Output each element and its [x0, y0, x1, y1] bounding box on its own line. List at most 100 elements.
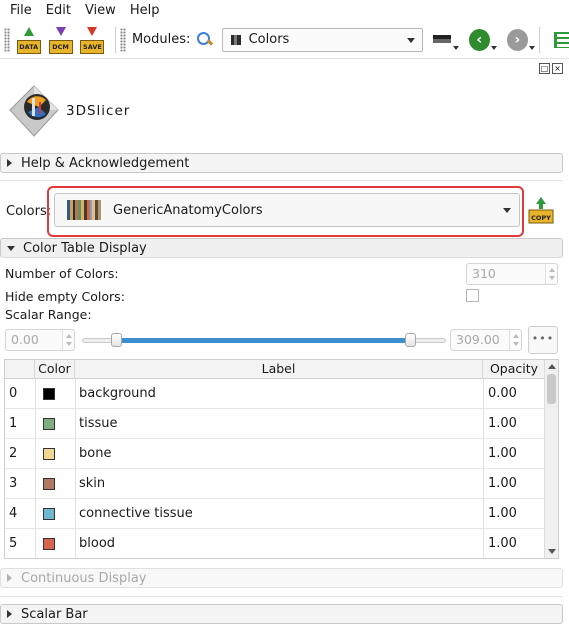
- row-index: 4: [9, 506, 18, 521]
- save-arrow-icon: [87, 26, 98, 36]
- toolbar-separator: [538, 26, 540, 53]
- color-swatch[interactable]: [43, 448, 55, 460]
- row-opacity[interactable]: 1.00: [488, 529, 517, 558]
- table-row[interactable]: 5 blood 1.00: [5, 529, 545, 558]
- dcm-icon-label: DCM: [48, 39, 73, 54]
- save-icon-label: SAVE: [80, 39, 105, 54]
- toolbar: DATA DCM SAVE Modules: Colors ‹ ›: [0, 21, 569, 59]
- color-swatch[interactable]: [43, 478, 55, 490]
- scroll-up-icon[interactable]: [548, 364, 556, 369]
- row-label[interactable]: blood: [79, 529, 115, 558]
- scalar-range-min-spinbox[interactable]: 0.00: [5, 329, 75, 351]
- table-row[interactable]: 1 tissue 1.00: [5, 409, 545, 439]
- save-button[interactable]: SAVE: [79, 26, 105, 54]
- collapse-arrow-icon: [7, 245, 15, 251]
- back-arrow-icon[interactable]: ‹: [468, 28, 490, 51]
- table-row[interactable]: 0 background 0.00: [5, 379, 545, 409]
- row-label[interactable]: skin: [79, 469, 105, 499]
- scalar-range-slider-fill: [117, 338, 411, 343]
- back-dropdown-icon[interactable]: [490, 45, 497, 50]
- row-label[interactable]: connective tissue: [79, 499, 193, 529]
- header-label[interactable]: Label: [75, 360, 483, 379]
- header-opacity[interactable]: Opacity: [483, 360, 545, 379]
- table-scrollbar[interactable]: [544, 360, 558, 558]
- row-opacity[interactable]: 1.00: [488, 409, 517, 439]
- module-list-icon[interactable]: [552, 29, 569, 51]
- modules-label: Modules:: [131, 32, 191, 47]
- row-index: 0: [9, 386, 18, 401]
- slicer-logo-icon: [9, 85, 59, 137]
- spin-arrows-icon: [545, 264, 557, 284]
- scalar-range-max-spinbox[interactable]: 309.00: [450, 329, 522, 351]
- table-row[interactable]: 3 skin 1.00: [5, 469, 545, 499]
- help-acknowledgement-section[interactable]: Help & Acknowledgement: [0, 153, 563, 173]
- section-title: Continuous Display: [21, 570, 147, 586]
- continuous-display-section: Continuous Display: [0, 568, 563, 588]
- toolbar-separator: [115, 26, 117, 53]
- row-opacity[interactable]: 1.00: [488, 499, 517, 529]
- row-label[interactable]: background: [79, 379, 156, 409]
- forward-dropdown-icon[interactable]: [528, 45, 535, 50]
- copy-label: COPY: [531, 214, 551, 222]
- menu-edit[interactable]: Edit: [39, 3, 78, 18]
- table-row[interactable]: 4 connective tissue 1.00: [5, 499, 545, 529]
- row-opacity[interactable]: 1.00: [488, 469, 517, 499]
- row-index: 1: [9, 416, 18, 431]
- menu-view[interactable]: View: [78, 3, 123, 18]
- expand-arrow-icon: [7, 159, 12, 167]
- range-max-handle[interactable]: [405, 333, 416, 347]
- module-search-icon[interactable]: [196, 31, 213, 49]
- color-swatch[interactable]: [43, 538, 55, 550]
- hide-empty-colors-checkbox[interactable]: [466, 289, 479, 302]
- highlight-box: [47, 186, 524, 237]
- history-dropdown-icon[interactable]: [452, 45, 459, 50]
- range-min-handle[interactable]: [111, 333, 122, 347]
- row-opacity[interactable]: 1.00: [488, 439, 517, 469]
- spin-arrows-icon: [509, 330, 521, 350]
- row-index: 3: [9, 476, 18, 491]
- menu-bar: File Edit View Help: [0, 0, 569, 21]
- color-table: Color Label Opacity 0 background 0.00 1 tiss…: [4, 359, 559, 559]
- color-table-display-section[interactable]: Color Table Display: [0, 238, 563, 258]
- header-index[interactable]: [5, 360, 35, 379]
- chevron-down-icon: [406, 37, 415, 43]
- color-swatch[interactable]: [43, 388, 55, 400]
- load-data-button[interactable]: DATA: [16, 26, 41, 54]
- scroll-down-icon[interactable]: [548, 549, 556, 554]
- module-history-icon[interactable]: [431, 30, 452, 50]
- number-of-colors-spinbox: 310: [466, 263, 558, 285]
- expand-arrow-icon: [7, 574, 12, 582]
- range-options-button[interactable]: •••: [528, 326, 558, 354]
- menu-file[interactable]: File: [3, 3, 39, 18]
- toolbar-grip[interactable]: [4, 27, 10, 52]
- scalar-range-min-value: 0.00: [11, 332, 39, 347]
- dicom-arrow-icon: [55, 26, 66, 36]
- toolbar-grip[interactable]: [120, 27, 126, 52]
- app-logo-text: 3DSlicer: [66, 103, 131, 119]
- copy-color-table-button[interactable]: COPY: [528, 196, 554, 224]
- load-dicom-button[interactable]: DCM: [48, 26, 73, 54]
- color-swatch[interactable]: [43, 508, 55, 520]
- colors-module-icon: [230, 34, 241, 45]
- forward-arrow-icon[interactable]: ›: [506, 28, 528, 51]
- float-panel-icon[interactable]: □: [539, 63, 550, 74]
- scalar-bar-section[interactable]: Scalar Bar: [0, 604, 563, 624]
- menu-help[interactable]: Help: [123, 3, 167, 18]
- hide-empty-colors-label: Hide empty Colors:: [5, 289, 125, 304]
- module-selector[interactable]: Colors: [221, 27, 423, 52]
- section-title: Color Table Display: [23, 240, 147, 256]
- scrollbar-thumb[interactable]: [547, 374, 556, 404]
- panel-dock-controls: □ ×: [539, 63, 563, 74]
- row-opacity[interactable]: 0.00: [488, 379, 517, 409]
- scalar-range-max-value: 309.00: [456, 332, 500, 347]
- divider: [0, 180, 563, 181]
- data-icon-label: DATA: [16, 39, 41, 54]
- row-label[interactable]: tissue: [79, 409, 118, 439]
- row-label[interactable]: bone: [79, 439, 111, 469]
- table-row[interactable]: 2 bone 1.00: [5, 439, 545, 469]
- upload-arrow-icon: [23, 26, 34, 36]
- section-title: Help & Acknowledgement: [21, 155, 190, 171]
- color-swatch[interactable]: [43, 418, 55, 430]
- header-color[interactable]: Color: [35, 360, 75, 379]
- close-panel-icon[interactable]: ×: [552, 63, 563, 74]
